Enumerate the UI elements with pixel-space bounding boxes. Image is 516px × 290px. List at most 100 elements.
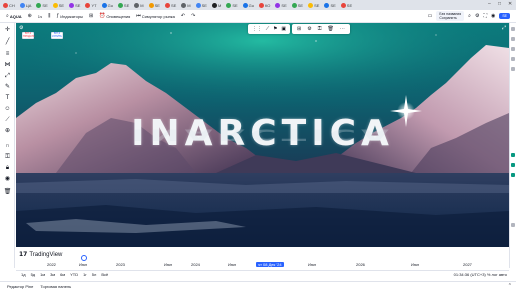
browser-tab[interactable]: Gu bbox=[101, 1, 114, 9]
browser-tab[interactable]: ЦА bbox=[19, 1, 33, 9]
range-button[interactable]: 6м bbox=[60, 272, 65, 277]
lock-drawings-icon[interactable]: ⚿ bbox=[3, 153, 12, 162]
time-marker-icon[interactable] bbox=[81, 255, 87, 261]
text-icon[interactable]: T bbox=[3, 94, 12, 103]
favicon-icon bbox=[52, 2, 58, 8]
browser-tab-label: SE bbox=[75, 2, 81, 8]
close-icon[interactable]: ✕ bbox=[508, 1, 512, 7]
news-icon[interactable] bbox=[511, 47, 515, 51]
search-icon: ⌕ bbox=[6, 13, 9, 19]
browser-tab[interactable]: SE bbox=[35, 1, 48, 9]
browser-tab[interactable]: SE bbox=[291, 1, 304, 9]
browser-tab[interactable]: СН bbox=[2, 1, 16, 9]
range-button[interactable]: Всё bbox=[101, 272, 108, 277]
replay-label: Симулятор рынка bbox=[141, 13, 175, 19]
browser-tab[interactable]: Gu bbox=[242, 1, 255, 9]
delete-icon[interactable]: 🗑︎ bbox=[328, 26, 334, 32]
chart-settings-icon[interactable]: ⚙ bbox=[19, 25, 23, 31]
time-axis[interactable]: 2022 Июл 2023 Июл 2024 Июл чт 08 Дек '24 Июл 202… bbox=[16, 262, 509, 270]
notifications-icon[interactable] bbox=[511, 223, 515, 227]
ruler-icon[interactable]: ⟋ bbox=[3, 116, 12, 125]
range-button[interactable]: 3м bbox=[50, 272, 55, 277]
align-icon[interactable]: ⊞ bbox=[297, 26, 301, 32]
redo-button[interactable]: ↷ bbox=[191, 13, 195, 19]
zoom-icon[interactable]: ⊕ bbox=[3, 127, 12, 136]
publish-button[interactable]: SE bbox=[499, 13, 510, 19]
symbol-label: AQUA bbox=[9, 13, 22, 19]
symbol-search[interactable]: ⌕ AQUA bbox=[6, 13, 22, 19]
trash-icon[interactable]: 🗑︎ bbox=[3, 188, 12, 197]
emoji-icon[interactable]: ☺ bbox=[3, 105, 12, 114]
undo-button[interactable]: ↶ bbox=[181, 13, 185, 19]
magnet-icon[interactable]: ∩ bbox=[3, 142, 12, 151]
chart-pane[interactable]: ⚙ ⤢ 587,0 ПРОДАТЬ 587,0 КУПИТЬ ⋮⋮ ⟋ ⚑ ▣ ⊞ … bbox=[16, 23, 509, 247]
browser-tab[interactable]: YT bbox=[84, 1, 97, 9]
search-icon[interactable]: ⌕ bbox=[468, 13, 471, 19]
trend-line-icon[interactable]: ╱ bbox=[3, 38, 12, 47]
browser-tab[interactable]: SE bbox=[68, 1, 81, 9]
calendar-icon[interactable] bbox=[511, 67, 515, 71]
sell-tag[interactable]: 587,0 ПРОДАТЬ bbox=[22, 32, 35, 39]
browser-tab[interactable]: М bbox=[180, 1, 191, 9]
browser-tab[interactable]: SE bbox=[307, 1, 320, 9]
expand-panel-icon[interactable]: ⌃ bbox=[508, 283, 512, 289]
lock-icon[interactable]: ⚿ bbox=[318, 26, 322, 32]
browser-tab-label: СН bbox=[9, 2, 15, 8]
pattern-icon[interactable]: ⋈ bbox=[3, 61, 12, 70]
range-button[interactable]: 1м bbox=[40, 272, 45, 277]
browser-tab[interactable]: М bbox=[133, 1, 144, 9]
interval-button[interactable]: 1ч bbox=[38, 14, 42, 19]
browser-tab[interactable]: SE bbox=[323, 1, 336, 9]
maximize-chart-icon[interactable]: ⤢ bbox=[502, 25, 506, 31]
compare-button[interactable]: ⊕ bbox=[28, 13, 32, 19]
indicators-icon: ƒ bbox=[56, 13, 60, 19]
templates-button[interactable]: ⊞ bbox=[89, 13, 93, 19]
browser-tab-label: SE bbox=[123, 2, 130, 8]
crosshair-icon[interactable]: ✛ bbox=[3, 26, 12, 35]
buy-tag[interactable]: 587,0 КУПИТЬ bbox=[51, 32, 63, 39]
maximize-icon[interactable]: □ bbox=[498, 1, 501, 7]
camera-icon[interactable]: ◉ bbox=[491, 13, 495, 19]
browser-tab[interactable]: SE bbox=[52, 1, 65, 9]
alerts-button[interactable]: ⏰ Оповещения bbox=[99, 13, 130, 19]
line-tool-icon[interactable]: ⟋ bbox=[266, 26, 270, 32]
browser-tab[interactable]: SE bbox=[274, 1, 287, 9]
layout-name-button[interactable]: Без названия Сохранить bbox=[436, 11, 465, 21]
more-icon[interactable]: ⋯ bbox=[340, 26, 345, 32]
range-button[interactable]: 1д bbox=[21, 272, 26, 277]
range-button[interactable]: 5л bbox=[92, 272, 97, 277]
layout-icon[interactable]: ▭ bbox=[428, 13, 433, 19]
settings-icon[interactable]: ⚙ bbox=[475, 13, 479, 19]
browser-tab[interactable]: SE bbox=[148, 1, 161, 9]
drag-handle-icon[interactable]: ⋮⋮ bbox=[252, 26, 262, 32]
flag-icon[interactable]: ⚑ bbox=[273, 26, 277, 32]
browser-tab[interactable]: КО bbox=[258, 1, 271, 9]
chat-icon[interactable] bbox=[511, 57, 515, 61]
minimize-icon[interactable]: – bbox=[488, 1, 491, 7]
frame-icon[interactable]: ▣ bbox=[281, 26, 286, 32]
range-button[interactable]: 5д bbox=[31, 272, 36, 277]
pine-editor-tab[interactable]: Редактор Pine bbox=[7, 284, 33, 289]
chart-type-button[interactable]: ⫼ bbox=[48, 13, 50, 19]
trading-panel-tab[interactable]: Торговая панель bbox=[40, 284, 71, 289]
eye-icon[interactable]: ◉ bbox=[3, 175, 12, 184]
range-button[interactable]: 1г bbox=[83, 272, 87, 277]
watchlist-icon[interactable] bbox=[511, 27, 515, 31]
settings-icon[interactable]: ⚙ bbox=[307, 26, 311, 32]
range-button[interactable]: YTD bbox=[70, 272, 78, 277]
replay-button[interactable]: ⏮ Симулятор рынка bbox=[136, 13, 175, 19]
browser-tab[interactable]: SE bbox=[340, 1, 353, 9]
browser-tab[interactable]: SE bbox=[164, 1, 177, 9]
browser-tab[interactable]: М bbox=[211, 1, 222, 9]
indicators-button[interactable]: ƒ Индикаторы bbox=[56, 13, 83, 19]
browser-tab[interactable]: SE bbox=[117, 1, 130, 9]
prediction-icon[interactable]: ⤢ bbox=[3, 72, 12, 81]
browser-tab[interactable]: SE bbox=[225, 1, 238, 9]
browser-tab[interactable]: SE bbox=[195, 1, 208, 9]
alerts-panel-icon[interactable] bbox=[511, 37, 515, 41]
fullscreen-icon[interactable]: ⛶ bbox=[483, 13, 487, 19]
brush-icon[interactable]: ✎ bbox=[3, 83, 12, 92]
fib-icon[interactable]: ≡ bbox=[3, 50, 12, 59]
lock-icon[interactable]: 🔒︎ bbox=[3, 164, 12, 173]
range-right-info[interactable]: 01:34:36 (UTC+3) % лог авто bbox=[454, 272, 507, 277]
